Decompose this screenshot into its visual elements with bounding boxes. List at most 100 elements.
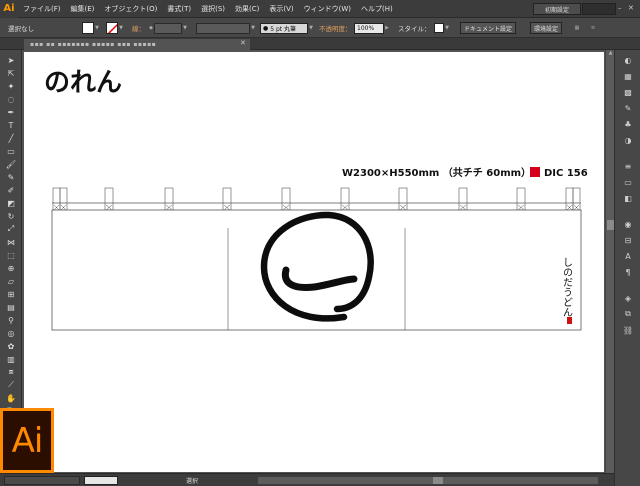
perspective-grid-tool-icon[interactable]: ▱ (3, 275, 19, 287)
document-tab[interactable]: ▪▪▪ ▪▪ ▪▪▪▪▪▪▪ ▪▪▪▪▪ ▪▪▪ ▪▪▪▪▪ (24, 39, 250, 50)
menu-window[interactable]: ウィンドウ(W) (299, 4, 356, 14)
hand-tool-icon[interactable]: ✋ (3, 392, 19, 404)
fill-swatch[interactable]: ▼ (82, 22, 100, 34)
zoom-dropdown[interactable] (4, 476, 80, 485)
magic-wand-tool-icon[interactable]: ✦ (3, 80, 19, 92)
eraser-tool-icon[interactable]: ◩ (3, 197, 19, 209)
search-field[interactable] (582, 3, 616, 15)
symbols-panel-icon[interactable]: ♣ (621, 118, 635, 130)
mesh-tool-icon[interactable]: ⊞ (3, 288, 19, 300)
chevron-down-icon[interactable]: ▼ (118, 22, 124, 34)
menu-effect[interactable]: 効果(C) (230, 4, 264, 14)
stroke-weight-field[interactable]: ◆ ▼ (148, 22, 188, 34)
artboard-nav-field[interactable] (84, 476, 118, 485)
chevron-down-icon[interactable]: ▼ (94, 22, 100, 34)
gradient-tool-icon[interactable]: ▤ (3, 301, 19, 313)
hanging-loop (458, 187, 468, 211)
paragraph-panel-icon[interactable]: ¶ (621, 266, 635, 278)
hanging-loop (104, 187, 114, 211)
transparency-panel-icon[interactable]: ◧ (621, 192, 635, 204)
hanging-loop (52, 187, 68, 211)
links-panel-icon[interactable]: ⛓ (621, 324, 635, 336)
artboard-tool-icon[interactable]: ⧈ (3, 366, 19, 378)
menu-select[interactable]: 選択(S) (196, 4, 230, 14)
appearance-panel-icon[interactable]: ◉ (621, 218, 635, 230)
artwork-title: のれん (44, 68, 123, 98)
lasso-tool-icon[interactable]: ◌ (3, 93, 19, 105)
vertical-scrollbar[interactable]: ▲ (605, 50, 614, 473)
eyedropper-tool-icon[interactable]: ⚲ (3, 314, 19, 326)
panel-menu-icon[interactable]: ≡ (590, 22, 596, 34)
menu-bar: Ai ファイル(F) 編集(E) オブジェクト(O) 書式(T) 選択(S) 効… (0, 0, 640, 18)
menu-object[interactable]: オブジェクト(O) (99, 4, 162, 14)
blend-tool-icon[interactable]: ◎ (3, 327, 19, 339)
character-panel-icon[interactable]: A (621, 250, 635, 262)
scroll-up-icon[interactable]: ▲ (606, 50, 615, 58)
blob-brush-tool-icon[interactable]: ✐ (3, 184, 19, 196)
chevron-down-icon[interactable]: ▼ (308, 22, 314, 34)
horizontal-scrollbar[interactable] (258, 477, 598, 484)
minimize-icon[interactable]: – (618, 4, 624, 14)
pen-tool-icon[interactable]: ✒ (3, 106, 19, 118)
chevron-down-icon[interactable]: ▼ (444, 22, 450, 34)
direct-selection-tool-icon[interactable]: ⇱ (3, 67, 19, 79)
hanging-loop (281, 187, 291, 211)
opacity-value[interactable]: 100% (354, 22, 384, 34)
arrange-icon[interactable]: ▦ (574, 22, 580, 34)
hanging-loop (222, 187, 232, 211)
hanging-loop (516, 187, 526, 211)
tab-close-icon[interactable]: ✕ (240, 39, 246, 47)
chevron-right-icon[interactable]: ▶ (384, 22, 390, 34)
brush-label: 5 pt 丸筆 (270, 25, 297, 33)
menu-edit[interactable]: 編集(E) (66, 4, 100, 14)
align-panel-icon[interactable]: ⊟ (621, 234, 635, 246)
artboards-panel-icon[interactable]: ⧉ (621, 308, 635, 320)
free-transform-tool-icon[interactable]: ⬚ (3, 249, 19, 261)
stroke-panel-icon[interactable]: ≡ (621, 160, 635, 172)
dic-color-swatch (530, 167, 540, 177)
gradient-panel-icon[interactable]: ▭ (621, 176, 635, 188)
menu-view[interactable]: 表示(V) (264, 4, 298, 14)
close-icon[interactable]: ✕ (628, 4, 636, 14)
stroke-swatch[interactable]: ▼ (106, 22, 124, 34)
workspace-switcher[interactable]: 初期設定 (533, 3, 581, 15)
brush-dropdown[interactable]: ● 5 pt 丸筆 ▼ (260, 22, 314, 34)
symbol-sprayer-tool-icon[interactable]: ✿ (3, 340, 19, 352)
variable-width-field[interactable]: ▼ (196, 22, 256, 34)
pencil-tool-icon[interactable]: ✎ (3, 171, 19, 183)
scroll-thumb[interactable] (433, 477, 443, 484)
hanging-loop (340, 187, 350, 211)
curtain-outline (51, 209, 582, 331)
graphic-styles-icon[interactable]: ◑ (621, 134, 635, 146)
scroll-thumb[interactable] (607, 220, 614, 230)
rectangle-tool-icon[interactable]: ▭ (3, 145, 19, 157)
column-graph-tool-icon[interactable]: ▥ (3, 353, 19, 365)
slice-tool-icon[interactable]: ⟋ (3, 379, 19, 391)
layers-panel-icon[interactable]: ◈ (621, 292, 635, 304)
preferences-button[interactable]: 環境設定 (530, 22, 563, 34)
rotate-tool-icon[interactable]: ↻ (3, 210, 19, 222)
chevron-down-icon[interactable]: ▼ (250, 22, 256, 34)
color-guide-icon[interactable]: ▦ (621, 70, 635, 82)
line-tool-icon[interactable]: ╱ (3, 132, 19, 144)
selection-tool-icon[interactable]: ➤ (3, 54, 19, 66)
chevron-down-icon[interactable]: ▼ (182, 22, 188, 34)
style-swatch[interactable]: ▼ (434, 22, 450, 34)
document-setup-button[interactable]: ドキュメント設定 (460, 22, 517, 34)
opacity-field[interactable]: 100% ▶ (354, 22, 390, 34)
shape-builder-tool-icon[interactable]: ⊕ (3, 262, 19, 274)
scale-tool-icon[interactable]: ⤢ (3, 223, 19, 235)
app-logo-icon: Ai (0, 0, 18, 18)
menu-file[interactable]: ファイル(F) (18, 4, 66, 14)
illustrator-window: Ai ファイル(F) 編集(E) オブジェクト(O) 書式(T) 選択(S) 効… (0, 0, 640, 486)
swatches-panel-icon[interactable]: ▩ (621, 86, 635, 98)
brand-vertical-text: しのだうどん (561, 257, 573, 317)
menu-type[interactable]: 書式(T) (162, 4, 196, 14)
type-tool-icon[interactable]: T (3, 119, 19, 131)
menu-help[interactable]: ヘルプ(H) (356, 4, 398, 14)
artboard[interactable]: のれん W2300×H550mm （共チチ 60mm） DIC 156 しのだう… (24, 52, 604, 472)
paintbrush-tool-icon[interactable]: 🖌 (3, 158, 19, 170)
brushes-panel-icon[interactable]: ✎ (621, 102, 635, 114)
color-panel-icon[interactable]: ◐ (621, 54, 635, 66)
width-tool-icon[interactable]: ⋈ (3, 236, 19, 248)
